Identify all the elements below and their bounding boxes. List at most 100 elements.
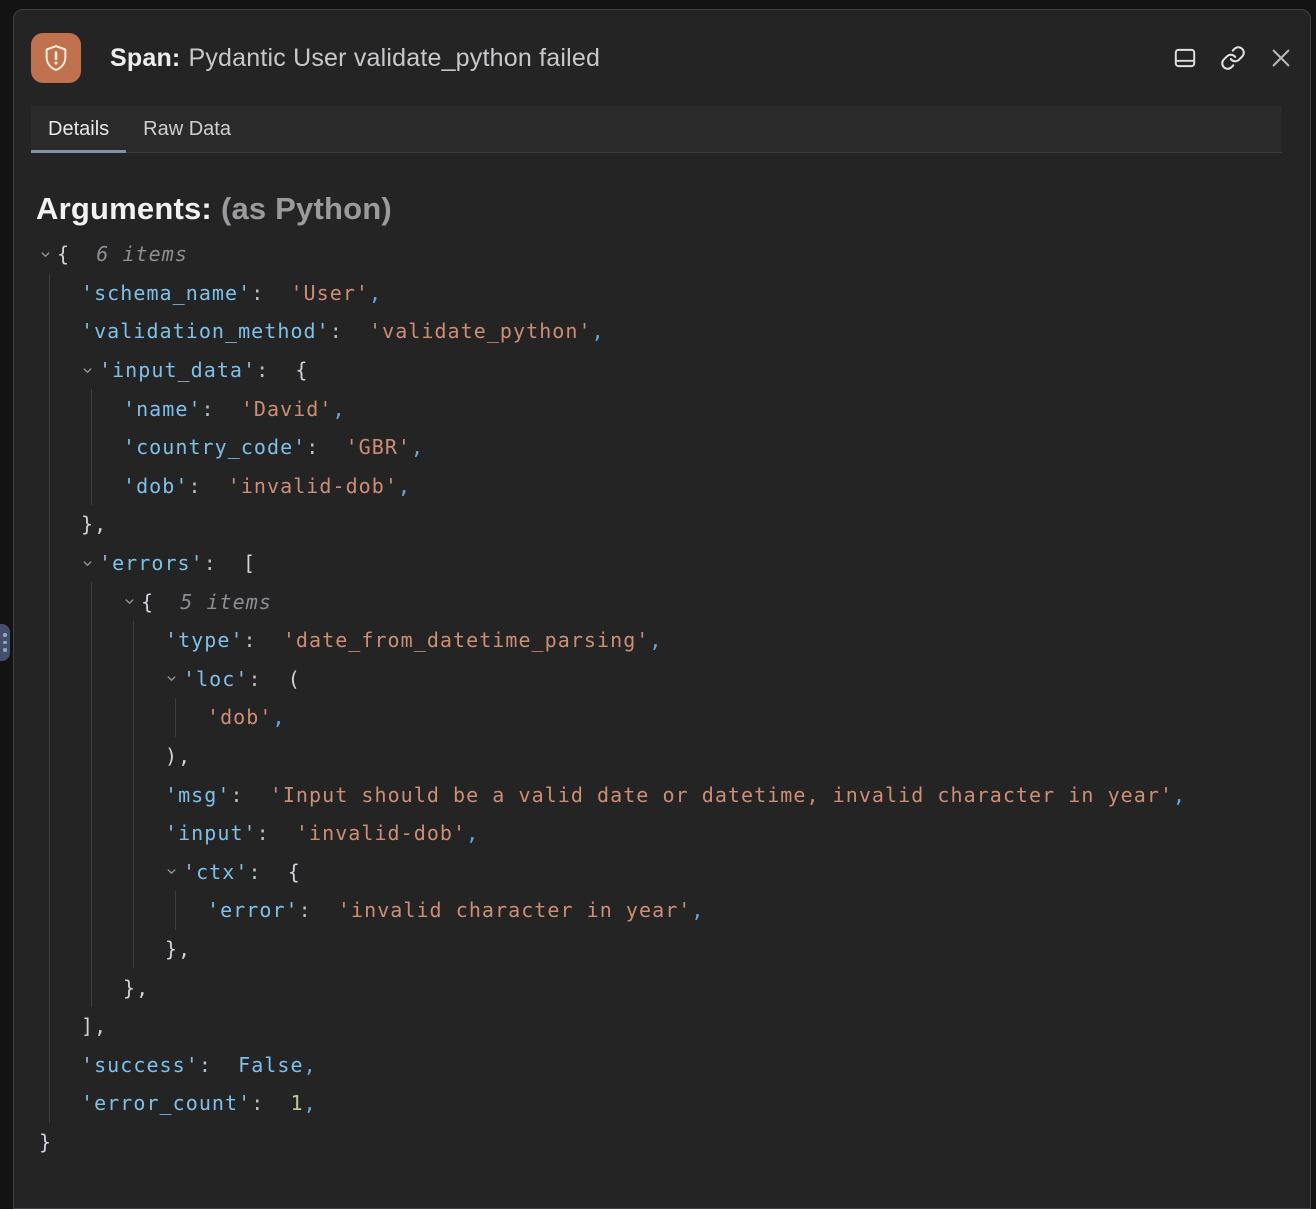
token-str: 'GBR' xyxy=(346,435,411,459)
code-line: ), xyxy=(165,737,1310,776)
token-key: 'country_code' xyxy=(123,435,306,459)
token-comma: , xyxy=(272,705,285,729)
tree-children: 'dob', xyxy=(175,698,1310,737)
tab-raw-data[interactable]: Raw Data xyxy=(126,106,248,152)
token-key: 'msg' xyxy=(165,783,230,807)
panel-bottom-icon xyxy=(1172,45,1198,71)
token-colon: : xyxy=(188,474,227,498)
token-colon: : xyxy=(248,667,287,691)
chevron-down-icon[interactable] xyxy=(123,595,141,608)
tab-details[interactable]: Details xyxy=(31,106,126,152)
token-brace: [ xyxy=(243,551,256,575)
token-comma: , xyxy=(649,628,662,652)
code-line: 'input': 'invalid-dob', xyxy=(165,814,1310,853)
token-colon: : xyxy=(256,358,295,382)
token-brace: { xyxy=(141,590,180,614)
copy-link-button[interactable] xyxy=(1220,45,1246,71)
token-key: 'validation_method' xyxy=(81,319,330,343)
code-line: 'error_count': 1, xyxy=(81,1084,1310,1123)
token-colon: : xyxy=(230,783,269,807)
token-brace: }, xyxy=(81,512,107,536)
chevron-down-icon[interactable] xyxy=(81,557,99,570)
grip-dots-icon xyxy=(3,633,7,637)
tab-details-label: Details xyxy=(48,118,109,141)
token-meta: 5 items xyxy=(180,590,272,614)
code-line: 'error': 'invalid character in year', xyxy=(207,891,1310,930)
code-line: 'type': 'date_from_datetime_parsing', xyxy=(165,621,1310,660)
token-comma: , xyxy=(369,281,382,305)
chevron-down-icon[interactable] xyxy=(39,248,57,261)
dock-panel-button[interactable] xyxy=(1172,45,1198,71)
token-brace: }, xyxy=(165,937,191,961)
token-colon: : xyxy=(244,628,283,652)
chevron-down-icon[interactable] xyxy=(165,672,183,685)
code-line: 'country_code': 'GBR', xyxy=(123,428,1310,467)
token-key: 'error_count' xyxy=(81,1091,251,1115)
code-line: ], xyxy=(81,1007,1310,1046)
link-icon xyxy=(1220,45,1246,71)
token-meta: 6 items xyxy=(96,242,188,266)
code-line: 'ctx': { xyxy=(165,853,1310,892)
token-key: 'input' xyxy=(165,821,257,845)
token-brace: }, xyxy=(123,976,149,1000)
code-line: 'msg': 'Input should be a valid date or … xyxy=(165,775,1310,814)
panel-header: Span: Pydantic User validate_python faile… xyxy=(14,10,1310,106)
chevron-down-icon[interactable] xyxy=(81,364,99,377)
code-line: 'validation_method': 'validate_python', xyxy=(81,312,1310,351)
code-line: }, xyxy=(165,930,1310,969)
token-comma: , xyxy=(466,821,479,845)
token-colon: : xyxy=(202,397,241,421)
panel-resize-handle[interactable] xyxy=(0,624,10,661)
tab-raw-data-label: Raw Data xyxy=(143,118,231,141)
code-line: 'errors': [ xyxy=(81,544,1310,583)
tree-children: 'error': 'invalid character in year', xyxy=(175,891,1310,930)
token-str: 'date_from_datetime_parsing' xyxy=(283,628,650,652)
token-key: 'input_data' xyxy=(99,358,256,382)
tree-children: 'schema_name': 'User','validation_method… xyxy=(49,274,1310,1123)
span-label: Span: xyxy=(110,44,180,72)
token-colon: : xyxy=(257,821,296,845)
token-comma: , xyxy=(1173,783,1186,807)
header-actions xyxy=(1172,45,1294,71)
token-brace: { xyxy=(57,242,96,266)
token-comma: , xyxy=(332,397,345,421)
code-line: 'dob': 'invalid-dob', xyxy=(123,467,1310,506)
token-bool: False xyxy=(238,1053,303,1077)
shield-alert-icon xyxy=(31,33,81,83)
token-str: 'User' xyxy=(290,281,369,305)
token-key: 'schema_name' xyxy=(81,281,251,305)
arguments-heading-main: Arguments: xyxy=(36,191,212,226)
token-str: 'David' xyxy=(241,397,333,421)
code-line: 'input_data': { xyxy=(81,351,1310,390)
token-comma: , xyxy=(592,319,605,343)
token-key: 'type' xyxy=(165,628,244,652)
token-colon: : xyxy=(299,898,338,922)
code-line: 'name': 'David', xyxy=(123,389,1310,428)
chevron-down-icon[interactable] xyxy=(165,865,183,878)
token-brace: } xyxy=(39,1130,52,1154)
code-line: { 5 items xyxy=(123,582,1310,621)
code-line: { 6 items xyxy=(39,235,1310,274)
token-brace: { xyxy=(288,860,301,884)
code-line: } xyxy=(39,1123,1310,1162)
token-colon: : xyxy=(199,1053,238,1077)
token-str: 'invalid-dob' xyxy=(228,474,398,498)
details-content: Arguments:(as Python) { 6 items'schema_n… xyxy=(14,191,1310,1161)
token-key: 'errors' xyxy=(99,551,204,575)
code-line: 'loc': ( xyxy=(165,660,1310,699)
tree-children: { 5 items'type': 'date_from_datetime_par… xyxy=(91,582,1310,1007)
token-colon: : xyxy=(248,860,287,884)
tree-children: 'type': 'date_from_datetime_parsing','lo… xyxy=(133,621,1310,968)
code-line: 'dob', xyxy=(207,698,1310,737)
token-colon: : xyxy=(251,1091,290,1115)
span-title-text: Pydantic User validate_python failed xyxy=(188,44,600,72)
token-key: 'ctx' xyxy=(183,860,248,884)
panel-title: Span: Pydantic User validate_python faile… xyxy=(110,44,1172,73)
token-comma: , xyxy=(304,1091,317,1115)
close-button[interactable] xyxy=(1268,45,1294,71)
token-comma: , xyxy=(691,898,704,922)
span-detail-panel: Span: Pydantic User validate_python faile… xyxy=(13,9,1311,1209)
token-key: 'loc' xyxy=(183,667,248,691)
token-comma: , xyxy=(304,1053,317,1077)
token-colon: : xyxy=(330,319,369,343)
